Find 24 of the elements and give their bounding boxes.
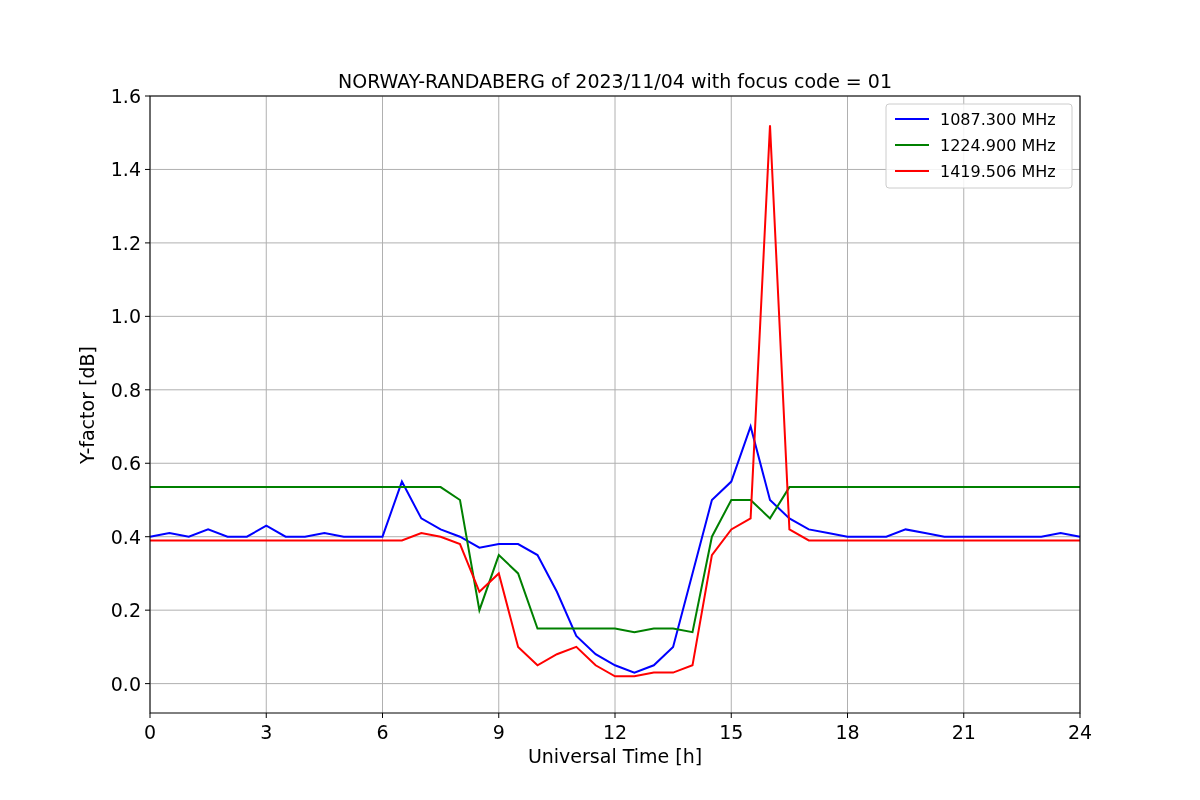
tick-label: 0.8 xyxy=(110,378,141,401)
tick-label: 1.0 xyxy=(110,305,141,328)
tick-label: 0.0 xyxy=(110,672,141,695)
tick-label: 1.4 xyxy=(110,158,141,181)
axis-label: Y-factor [dB] xyxy=(76,346,98,464)
tick-label: 0.2 xyxy=(110,599,141,622)
tick-label: 0.4 xyxy=(110,525,141,548)
tick-label: 18 xyxy=(835,721,860,743)
tick-label: 15 xyxy=(719,721,744,743)
chart-title: NORWAY-RANDABERG of 2023/11/04 with focus code = 01 xyxy=(338,70,892,92)
tick-label: 21 xyxy=(951,721,976,743)
axis-label: Universal Time [h] xyxy=(527,745,703,767)
tick-label: 24 xyxy=(1067,721,1093,743)
tick-label: 12 xyxy=(602,721,628,743)
tick-label: 0.6 xyxy=(110,452,141,475)
tick-label: 0 xyxy=(143,721,157,743)
tick-label: 3 xyxy=(260,721,273,743)
tick-label: 9 xyxy=(492,721,505,743)
legend-label: 1224.900 MHz xyxy=(940,136,1056,155)
tick-label: 1.6 xyxy=(110,85,141,107)
tick-label: 1.2 xyxy=(110,231,141,254)
tick-label: 6 xyxy=(376,721,389,743)
legend-label: 1419.506 MHz xyxy=(940,162,1056,181)
legend-label: 1087.300 MHz xyxy=(940,110,1056,129)
